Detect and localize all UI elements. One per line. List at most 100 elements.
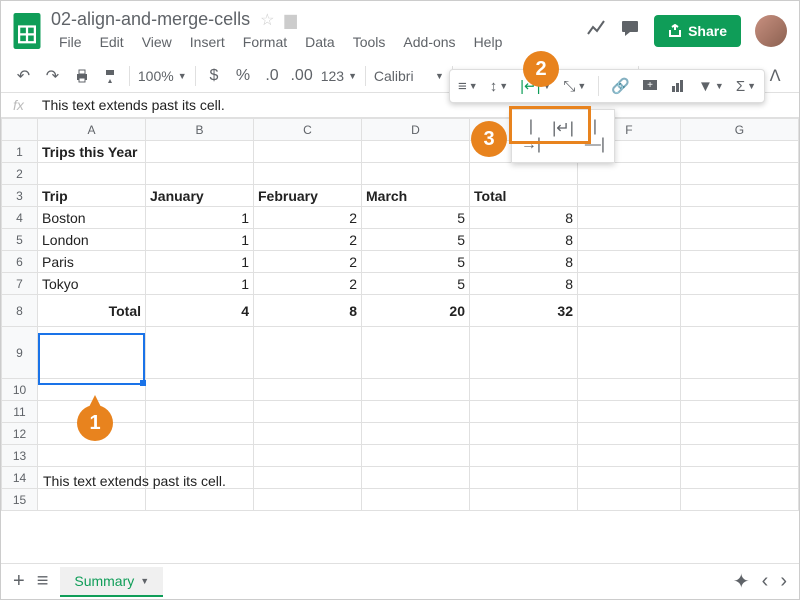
sheet-tab-summary[interactable]: Summary▼ [60,567,163,597]
menu-format[interactable]: Format [235,32,295,52]
fx-icon[interactable]: fx [13,97,24,113]
cell[interactable] [578,379,681,401]
cell[interactable] [362,467,470,489]
text-rotation-icon[interactable]: ⤡▼ [563,78,586,95]
increase-decimal-icon[interactable]: .00 [290,64,312,88]
cell[interactable] [680,489,798,511]
cell[interactable] [254,163,362,185]
cell[interactable]: 2 [254,251,362,273]
row-header[interactable]: 12 [2,423,38,445]
paint-format-icon[interactable] [100,64,121,88]
cell[interactable]: 20 [362,295,470,327]
redo-icon[interactable]: ↷ [42,64,63,88]
cell[interactable]: 5 [362,207,470,229]
cell[interactable] [146,141,254,163]
row-header[interactable]: 11 [2,401,38,423]
cell-selected[interactable] [38,327,146,379]
cell[interactable] [362,163,470,185]
cell[interactable] [362,489,470,511]
row-header[interactable]: 9 [2,327,38,379]
cell[interactable] [578,229,681,251]
cell[interactable]: Tokyo [38,273,146,295]
row-header[interactable]: 13 [2,445,38,467]
number-format-dropdown[interactable]: 123▼ [321,68,357,84]
cell[interactable] [578,207,681,229]
avatar[interactable] [755,15,787,47]
cell[interactable]: 32 [470,295,578,327]
cell[interactable]: 8 [254,295,362,327]
decrease-decimal-icon[interactable]: .0 [261,64,282,88]
cell[interactable] [38,445,146,467]
row-header[interactable]: 6 [2,251,38,273]
wrap-overflow-icon[interactable]: |→| [520,118,542,154]
cell[interactable] [146,163,254,185]
horizontal-align-icon[interactable]: ≡▼ [458,78,478,95]
cell[interactable]: 8 [470,273,578,295]
cell[interactable]: Trip [38,185,146,207]
cell[interactable] [578,423,681,445]
comment-icon[interactable] [620,18,640,44]
cell[interactable] [254,423,362,445]
cell[interactable] [254,327,362,379]
cell[interactable]: 2 [254,273,362,295]
cell[interactable]: 1 [146,273,254,295]
cell[interactable]: 5 [362,229,470,251]
filter-icon[interactable]: ▼▼ [698,78,724,95]
document-title[interactable]: 02-align-and-merge-cells [51,9,250,30]
share-button[interactable]: Share [654,15,741,47]
row-header[interactable]: 10 [2,379,38,401]
cell[interactable] [680,163,798,185]
cell[interactable] [680,141,798,163]
col-header[interactable]: G [680,119,798,141]
cell[interactable] [38,489,146,511]
menu-insert[interactable]: Insert [182,32,233,52]
row-header[interactable]: 5 [2,229,38,251]
cell[interactable]: 2 [254,207,362,229]
menu-edit[interactable]: Edit [92,32,132,52]
select-all-cell[interactable] [2,119,38,141]
spreadsheet-grid[interactable]: A B C D E F G 1Trips this Year 2 3TripJa… [1,118,799,548]
cell[interactable]: February [254,185,362,207]
cell[interactable] [578,251,681,273]
add-sheet-icon[interactable]: + [13,570,25,593]
cell[interactable]: January [146,185,254,207]
cell[interactable] [254,141,362,163]
explore-icon[interactable]: ✦ [733,569,750,594]
cell[interactable] [680,379,798,401]
menu-addons[interactable]: Add-ons [395,32,463,52]
menu-data[interactable]: Data [297,32,343,52]
cell[interactable] [470,423,578,445]
cell[interactable]: 2 [254,229,362,251]
vertical-align-icon[interactable]: ↕▼ [490,78,508,95]
cell[interactable]: Paris [38,251,146,273]
activity-icon[interactable] [586,18,606,44]
row-header[interactable]: 2 [2,163,38,185]
cell[interactable]: 1 [146,207,254,229]
cell[interactable]: 1 [146,251,254,273]
menu-help[interactable]: Help [466,32,511,52]
cell[interactable] [146,327,254,379]
scroll-left-icon[interactable]: ‹ [762,570,769,593]
cell[interactable] [254,467,362,489]
zoom-dropdown[interactable]: 100%▼ [138,68,187,84]
cell[interactable] [362,141,470,163]
cell[interactable] [38,163,146,185]
cell[interactable] [680,273,798,295]
cell[interactable]: Trips this Year [38,141,146,163]
cell[interactable] [254,379,362,401]
cell[interactable]: 8 [470,251,578,273]
cell[interactable] [146,401,254,423]
undo-icon[interactable]: ↶ [13,64,34,88]
cell[interactable] [254,401,362,423]
cell[interactable] [146,379,254,401]
functions-icon[interactable]: Σ▼ [736,78,756,95]
col-header[interactable]: B [146,119,254,141]
cell[interactable] [680,445,798,467]
row-header[interactable]: 1 [2,141,38,163]
percent-icon[interactable]: % [232,64,253,88]
star-icon[interactable]: ☆ [260,10,274,30]
wrap-wrap-icon[interactable]: |↵| [552,118,574,154]
cell[interactable] [578,163,681,185]
cell[interactable]: Total [38,295,146,327]
cell[interactable]: 1 [146,229,254,251]
